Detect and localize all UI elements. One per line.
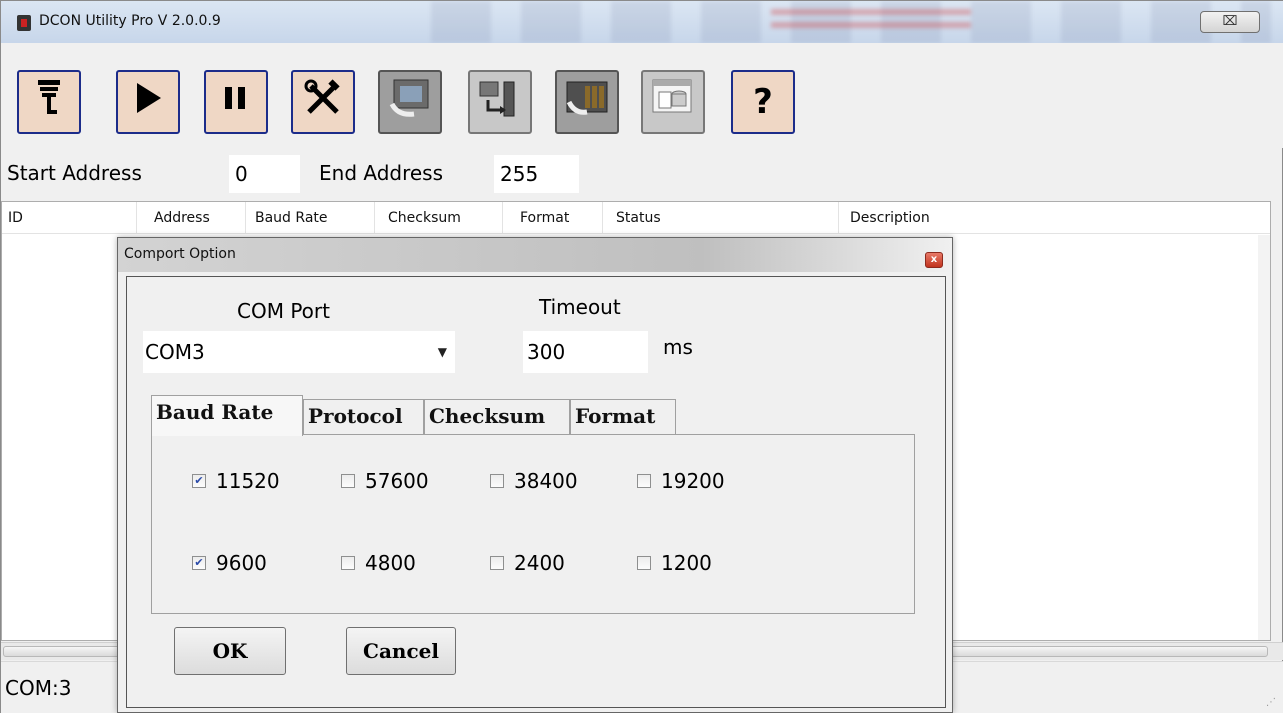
tools-icon [303,78,343,127]
load-file-icon [476,74,524,131]
tab-checksum[interactable]: Checksum [424,399,570,435]
column-divider[interactable] [838,202,839,234]
help-button[interactable]: ? [731,70,795,134]
checkbox-checked-icon[interactable]: ✔ [192,556,206,570]
app-icon [17,15,31,31]
rack-module-icon [563,74,611,131]
timeout-label: Timeout [539,295,621,319]
com-port-value: COM3 [145,340,205,364]
background-window-blur-red [771,9,971,35]
baud-checkbox-19200[interactable]: 19200 [637,469,725,493]
list-header: ID Address Baud Rate Checksum Format Sta… [2,202,1270,234]
title-bar: DCON Utility Pro V 2.0.0.9 ⌧ [1,1,1283,43]
start-button[interactable] [116,70,180,134]
window-close-button[interactable]: ⌧ [1200,11,1260,33]
column-header-checksum[interactable]: Checksum [388,210,461,226]
database-window-button[interactable] [641,70,705,134]
checkbox-unchecked-icon[interactable] [637,474,651,488]
baud-checkbox-9600[interactable]: ✔ 9600 [192,551,267,575]
help-icon: ? [753,82,773,122]
dialog-title: Comport Option [124,246,236,262]
tab-protocol[interactable]: Protocol [303,399,424,435]
checkbox-checked-icon[interactable]: ✔ [192,474,206,488]
start-address-label: Start Address [7,161,142,185]
column-header-format[interactable]: Format [520,210,569,226]
checkbox-unchecked-icon[interactable] [637,556,651,570]
baud-checkbox-2400[interactable]: 2400 [490,551,565,575]
window-title: DCON Utility Pro V 2.0.0.9 [39,13,221,29]
column-divider[interactable] [245,202,246,234]
pause-button[interactable] [204,70,268,134]
start-address-input[interactable]: 0 [229,155,300,193]
baud-checkbox-4800[interactable]: 4800 [341,551,416,575]
database-window-icon [649,74,697,131]
play-icon [133,81,163,124]
ok-button[interactable]: OK [174,627,286,675]
status-com-port: COM:3 [5,676,72,700]
baud-checkbox-11520[interactable]: ✔ 11520 [192,469,280,493]
baud-label: 38400 [514,469,578,493]
baud-label: 19200 [661,469,725,493]
column-divider[interactable] [602,202,603,234]
module-config-icon [386,74,434,131]
baud-label: 9600 [216,551,267,575]
toolbar: ? [1,43,1283,148]
column-divider[interactable] [136,202,137,234]
column-header-address[interactable]: Address [154,210,210,226]
baud-label: 2400 [514,551,565,575]
tab-format[interactable]: Format [570,399,676,435]
com-port-label: COM Port [237,299,330,323]
tab-baud-rate[interactable]: Baud Rate [151,395,303,436]
column-divider[interactable] [374,202,375,234]
baud-checkbox-57600[interactable]: 57600 [341,469,429,493]
chevron-down-icon[interactable]: ▼ [438,345,447,359]
dialog-title-bar[interactable]: Comport Option x [118,238,952,272]
baud-label: 11520 [216,469,280,493]
column-header-id[interactable]: ID [8,210,23,226]
dialog-body: COM Port Timeout COM3 ▼ 300 ms Baud Rate… [126,276,946,708]
com-port-select[interactable]: COM3 ▼ [143,331,455,373]
checkbox-unchecked-icon[interactable] [490,556,504,570]
checkbox-unchecked-icon[interactable] [341,556,355,570]
search-button[interactable] [17,70,81,134]
timeout-unit-label: ms [663,335,693,359]
module-config-button[interactable] [378,70,442,134]
address-range-row: Start Address 0 End Address 255 [1,151,1283,197]
timeout-input[interactable]: 300 [523,331,648,373]
cancel-button[interactable]: Cancel [346,627,456,675]
end-address-label: End Address [319,161,444,185]
end-address-input[interactable]: 255 [494,155,579,193]
resize-grip-icon[interactable]: ⋰ [1266,697,1276,708]
tools-button[interactable] [291,70,355,134]
baud-label: 1200 [661,551,712,575]
column-header-status[interactable]: Status [616,210,661,226]
search-icon [34,78,64,127]
baud-checkbox-1200[interactable]: 1200 [637,551,712,575]
comport-option-dialog: Comport Option x COM Port Timeout COM3 ▼… [117,237,953,713]
column-divider[interactable] [502,202,503,234]
pause-icon [223,82,249,122]
load-file-button[interactable] [468,70,532,134]
baud-rate-panel: ✔ 11520 57600 38400 19200 ✔ 9600 4800 24… [151,434,915,614]
dialog-close-button[interactable]: x [925,252,943,268]
list-vertical-scrollbar[interactable] [1258,235,1270,640]
timeout-value: 300 [527,340,566,364]
checkbox-unchecked-icon[interactable] [490,474,504,488]
checkbox-unchecked-icon[interactable] [341,474,355,488]
baud-checkbox-38400[interactable]: 38400 [490,469,578,493]
column-header-baud-rate[interactable]: Baud Rate [255,210,328,226]
baud-label: 57600 [365,469,429,493]
column-header-description[interactable]: Description [850,210,930,226]
baud-label: 4800 [365,551,416,575]
rack-module-button[interactable] [555,70,619,134]
